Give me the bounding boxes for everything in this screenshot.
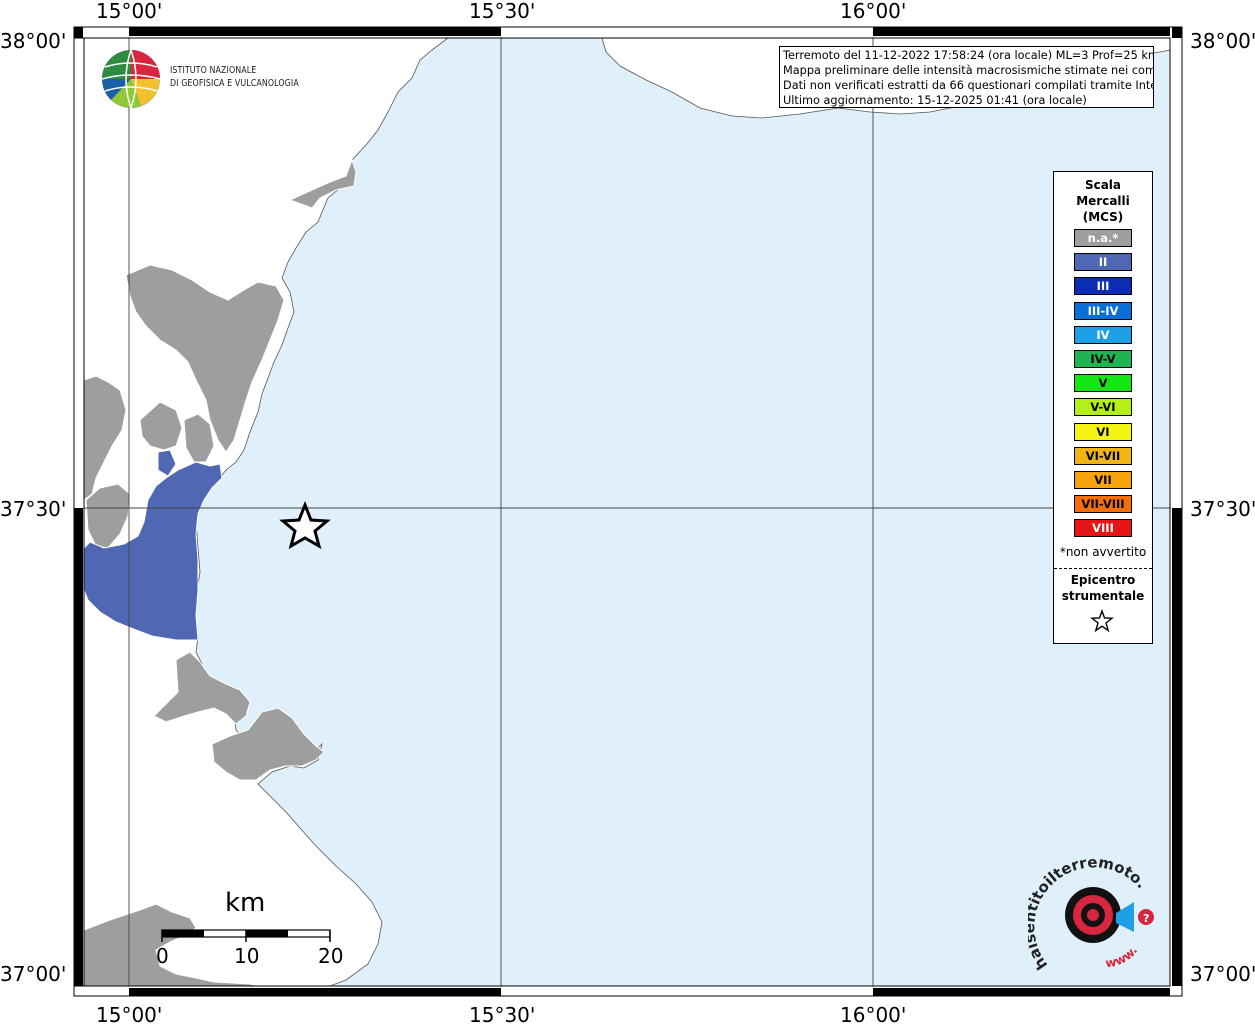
- legend-title-line2: Mercalli: [1076, 194, 1130, 208]
- intensity-legend: Scala Mercalli (MCS) n.a.* II III III-IV IV I…: [1053, 171, 1153, 644]
- scale-tick-20: 20: [318, 944, 344, 968]
- scale-tick-10: 10: [234, 944, 260, 968]
- lon-label-bottom-16: 16°00': [840, 1003, 907, 1027]
- scale-unit: km: [225, 888, 266, 918]
- legend-item-iii: III: [1074, 277, 1132, 296]
- legend-star-icon: [1090, 609, 1114, 633]
- legend-note: *non avvertito: [1059, 545, 1147, 559]
- event-info-box: Terremoto del 11-12-2022 17:58:24 (ora l…: [779, 46, 1154, 108]
- lat-label-right-37: 37°00': [1190, 962, 1255, 986]
- legend-epicenter-line2: strumentale: [1061, 589, 1145, 603]
- lat-label-left-3730: 37°30': [0, 497, 67, 521]
- legend-item-v-vi: V-VI: [1074, 398, 1132, 417]
- lon-label-top-16: 16°00': [840, 0, 907, 23]
- lat-label-left-37: 37°00': [0, 962, 67, 986]
- lon-label-top-15: 15°00': [96, 0, 163, 23]
- ingv-name-line2: DI GEOFISICA E VULCANOLOGIA: [170, 78, 299, 89]
- legend-item-viii: VIII: [1074, 519, 1132, 538]
- legend-item-n-a: n.a.*: [1074, 229, 1132, 247]
- legend-item-ii: II: [1074, 253, 1132, 272]
- legend-item-iv-v: IV-V: [1074, 350, 1132, 368]
- lon-label-bottom-15: 15°00': [96, 1003, 163, 1027]
- ingv-name: ISTITUTO NAZIONALE DI GEOFISICA E VULCAN…: [170, 64, 299, 90]
- event-info-line2: Mappa preliminare delle intensità macros…: [783, 64, 1154, 77]
- legend-item-iii-iv: III-IV: [1074, 301, 1132, 320]
- event-info-line4: Ultimo aggiornamento: 15-12-2025 01:41 (…: [783, 94, 1087, 107]
- lat-label-left-38: 38°00': [0, 29, 67, 53]
- ingv-logo-icon: [101, 49, 161, 109]
- legend-title-line3: (MCS): [1082, 210, 1124, 224]
- legend-item-vii-viii: VII-VIII: [1074, 495, 1132, 514]
- lon-label-top-1530: 15°30': [469, 0, 536, 23]
- legend-title-line1: Scala: [1084, 178, 1122, 192]
- svg-text:www.: www.: [1104, 943, 1140, 970]
- ingv-name-line1: ISTITUTO NAZIONALE: [170, 65, 257, 76]
- legend-epicenter-line1: Epicentro: [1070, 573, 1136, 587]
- hsit-logo-icon: haisentitoilterremoto.it www. ?: [1028, 855, 1154, 973]
- scale-tick-0: 0: [156, 944, 169, 968]
- legend-item-vi-vii: VI-VII: [1074, 446, 1132, 465]
- lat-label-right-3730: 37°30': [1190, 497, 1255, 521]
- legend-title: Scala Mercalli (MCS): [1054, 177, 1152, 225]
- event-info-line3: Dati non verificati estratti da 66 quest…: [783, 79, 1154, 92]
- hsit-logo-www: www.: [1104, 943, 1140, 970]
- legend-item-iv: IV: [1074, 325, 1132, 344]
- lon-label-bottom-1530: 15°30': [469, 1003, 536, 1027]
- legend-item-vi: VI: [1074, 422, 1132, 441]
- legend-separator: [1054, 568, 1152, 569]
- legend-item-vii: VII: [1074, 471, 1132, 489]
- legend-epicenter-label: Epicentro strumentale: [1054, 572, 1152, 604]
- legend-item-v: V: [1074, 374, 1132, 393]
- event-info-line1: Terremoto del 11-12-2022 17:58:24 (ora l…: [783, 49, 1154, 62]
- svg-text:?: ?: [1143, 912, 1149, 925]
- lat-label-right-38: 38°00': [1190, 29, 1255, 53]
